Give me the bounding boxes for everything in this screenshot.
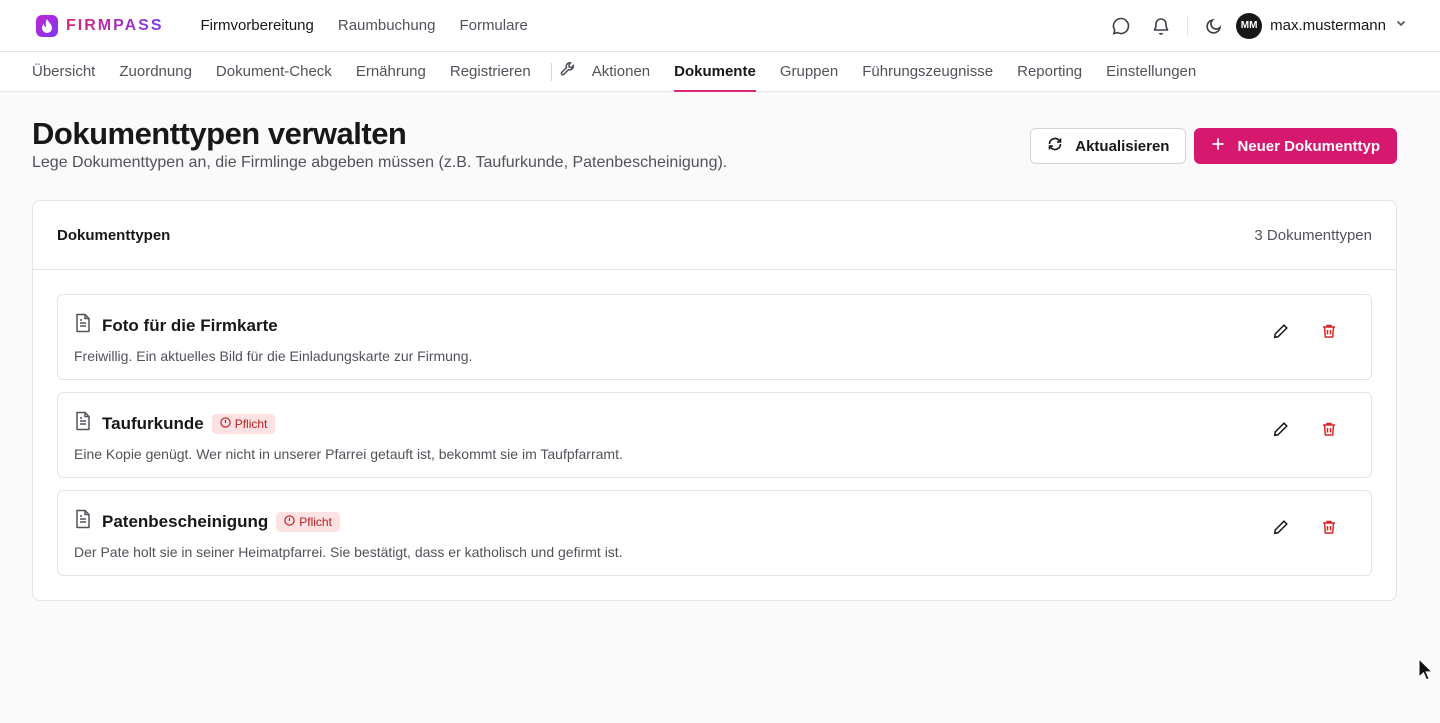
tab-zuordnung[interactable]: Zuordnung: [119, 52, 192, 91]
brand-logo[interactable]: FIRMPASS: [36, 14, 164, 37]
required-badge-label: Pflicht: [299, 514, 332, 529]
tab-registrieren[interactable]: Registrieren: [450, 52, 531, 91]
nav-firmvorbereitung[interactable]: Firmvorbereitung: [200, 17, 313, 34]
required-badge: Pflicht: [276, 511, 340, 532]
user-menu[interactable]: MM max.mustermann: [1236, 12, 1408, 39]
document-type-name: Taufurkunde: [102, 413, 204, 433]
list-item: Foto für die Firmkarte Freiwillig. Ein a…: [57, 294, 1372, 380]
brand-name: FIRMPASS: [66, 16, 164, 34]
sub-nav: Übersicht Zuordnung Dokument-Check Ernäh…: [0, 52, 1440, 92]
plus-icon: [1211, 137, 1225, 155]
tab-aktionen[interactable]: Aktionen: [592, 52, 650, 91]
document-icon: [74, 509, 92, 534]
alert-circle-icon: [220, 416, 231, 431]
delete-icon[interactable]: [1315, 415, 1343, 443]
main-nav: Firmvorbereitung Raumbuchung Formulare: [200, 17, 527, 34]
tab-dokumente[interactable]: Dokumente: [674, 52, 756, 92]
page-actions: Aktualisieren Neuer Dokumenttyp: [1030, 128, 1397, 164]
separator: [1187, 15, 1189, 36]
wrench-icon: [560, 61, 576, 82]
tools-group: [550, 52, 576, 91]
nav-raumbuchung[interactable]: Raumbuchung: [338, 17, 436, 34]
tab-dokument-check[interactable]: Dokument-Check: [216, 52, 332, 91]
document-type-count: 3 Dokumenttypen: [1254, 226, 1372, 244]
document-type-name: Patenbescheinigung: [102, 511, 269, 531]
list-item: Taufurkunde Pflicht Eine Kopie genügt. W…: [57, 392, 1372, 478]
document-type-description: Freiwillig. Ein aktuelles Bild für die E…: [74, 348, 473, 364]
document-types-card: Dokumenttypen 3 Dokumenttypen Foto für d…: [32, 200, 1397, 601]
edit-icon[interactable]: [1267, 513, 1295, 541]
refresh-button[interactable]: Aktualisieren: [1030, 128, 1187, 164]
list-item: Patenbescheinigung Pflicht Der Pate holt…: [57, 490, 1372, 576]
card-title: Dokumenttypen: [57, 226, 171, 244]
document-type-description: Der Pate holt sie in seiner Heimatpfarre…: [74, 544, 623, 560]
username: max.mustermann: [1270, 17, 1386, 34]
document-icon: [74, 313, 92, 338]
bell-icon[interactable]: [1141, 6, 1181, 46]
refresh-icon: [1047, 136, 1063, 156]
tab-gruppen[interactable]: Gruppen: [780, 52, 838, 91]
new-document-type-button[interactable]: Neuer Dokumenttyp: [1194, 128, 1397, 164]
page-title: Dokumenttypen verwalten: [32, 116, 407, 151]
mouse-cursor-icon: [1418, 657, 1434, 687]
chevron-down-icon: [1394, 16, 1408, 35]
new-document-type-label: Neuer Dokumenttyp: [1237, 137, 1380, 155]
tab-uebersicht[interactable]: Übersicht: [32, 52, 95, 91]
required-badge-label: Pflicht: [234, 416, 268, 431]
tab-einstellungen[interactable]: Einstellungen: [1106, 52, 1196, 91]
top-bar: FIRMPASS Firmvorbereitung Raumbuchung Fo…: [0, 0, 1440, 52]
required-badge: Pflicht: [211, 413, 276, 434]
delete-icon[interactable]: [1315, 513, 1343, 541]
delete-icon[interactable]: [1315, 317, 1343, 345]
separator: [550, 62, 552, 81]
edit-icon[interactable]: [1267, 317, 1295, 345]
card-header: Dokumenttypen 3 Dokumenttypen: [33, 201, 1396, 270]
page-subtitle: Lege Dokumenttypen an, die Firmlinge abg…: [32, 154, 728, 171]
tab-reporting[interactable]: Reporting: [1017, 52, 1082, 91]
document-type-name: Foto für die Firmkarte: [102, 315, 278, 335]
document-type-list: Foto für die Firmkarte Freiwillig. Ein a…: [33, 270, 1396, 600]
document-type-description: Eine Kopie genügt. Wer nicht in unserer …: [74, 446, 623, 462]
document-icon: [74, 411, 92, 436]
top-right-controls: MM max.mustermann: [1101, 6, 1408, 46]
alert-circle-icon: [284, 514, 295, 529]
tab-fuehrungszeugnisse[interactable]: Führungszeugnisse: [862, 52, 993, 91]
flame-icon: [36, 14, 58, 37]
refresh-button-label: Aktualisieren: [1075, 137, 1170, 155]
chat-icon[interactable]: [1101, 6, 1141, 46]
edit-icon[interactable]: [1267, 415, 1295, 443]
moon-icon[interactable]: [1194, 6, 1234, 46]
tab-ernaehrung[interactable]: Ernährung: [356, 52, 426, 91]
page-header: Dokumenttypen verwalten Lege Dokumenttyp…: [0, 92, 1440, 172]
avatar: MM: [1236, 12, 1263, 39]
nav-formulare[interactable]: Formulare: [459, 17, 527, 34]
